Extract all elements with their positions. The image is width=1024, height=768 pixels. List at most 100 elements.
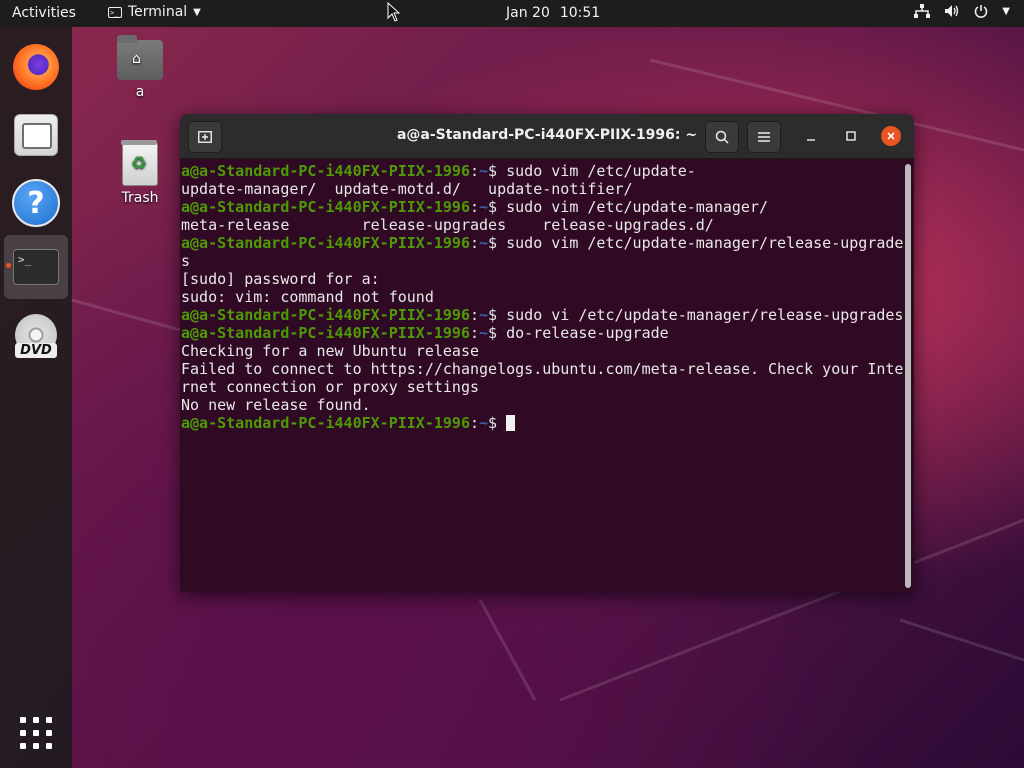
dock-item-firefox[interactable] [4, 35, 68, 99]
line-text: sudo: vim: command not found [181, 288, 434, 306]
terminal-output-line: [sudo] password for a: [181, 270, 902, 288]
prompt-user: a@a-Standard-PC-i440FX-PIIX-1996 [181, 162, 470, 180]
dock-item-terminal[interactable]: >_ [4, 235, 68, 299]
prompt-dollar: $ [488, 234, 507, 252]
dock: ? >_ DVD [0, 27, 72, 768]
terminal-output[interactable]: a@a-Standard-PC-i440FX-PIIX-1996:~$ sudo… [181, 162, 904, 592]
hamburger-menu-icon [758, 132, 770, 142]
terminal-command-line: a@a-Standard-PC-i440FX-PIIX-1996:~$ [181, 414, 902, 432]
terminal-output-line: sudo: vim: command not found [181, 288, 902, 306]
prompt-colon: : [469, 234, 480, 252]
running-indicator [6, 263, 11, 268]
terminal-command-line: a@a-Standard-PC-i440FX-PIIX-1996:~$ sudo… [181, 234, 904, 252]
app-menu[interactable]: >_ Terminal ▼ [108, 4, 201, 20]
prompt-dollar: $ [488, 324, 507, 342]
terminal-icon: >_ [108, 6, 122, 18]
terminal-output-line: Checking for a new Ubuntu release [181, 342, 902, 360]
prompt-user: a@a-Standard-PC-i440FX-PIIX-1996 [181, 324, 470, 342]
prompt-user: a@a-Standard-PC-i440FX-PIIX-1996 [181, 234, 470, 252]
search-icon [715, 130, 729, 144]
prompt-dollar: $ [488, 306, 507, 324]
close-icon [887, 132, 895, 140]
line-text: sudo vim /etc/update-manager/release-upg… [506, 234, 904, 252]
terminal-output-line: s [181, 252, 902, 270]
dvd-icon: DVD [15, 314, 57, 358]
activities-button[interactable]: Activities [12, 5, 76, 21]
prompt-dollar: $ [488, 414, 507, 432]
terminal-command-line: a@a-Standard-PC-i440FX-PIIX-1996:~$ do-r… [181, 324, 902, 342]
line-text: do-release-upgrade [506, 324, 669, 342]
desktop-trash[interactable]: ♻ Trash [112, 140, 168, 206]
terminal-icon: >_ [13, 249, 59, 285]
home-folder-label: a [135, 84, 145, 100]
terminal-output-line: rnet connection or proxy settings [181, 378, 902, 396]
prompt-path: ~ [479, 324, 489, 342]
line-text: s [181, 252, 191, 270]
line-text: Checking for a new Ubuntu release [181, 342, 480, 360]
files-icon [14, 114, 58, 156]
trash-icon: ♻ [121, 140, 158, 186]
terminal-command-line: a@a-Standard-PC-i440FX-PIIX-1996:~$ sudo… [181, 306, 904, 324]
line-text: sudo vi /etc/update-manager/release-upgr… [506, 306, 904, 324]
terminal-output-line: Failed to connect to https://changelogs.… [181, 360, 904, 378]
top-bar: Activities >_ Terminal ▼ Jan 20 10:51 ▼ [0, 0, 1024, 27]
prompt-user: a@a-Standard-PC-i440FX-PIIX-1996 [181, 414, 470, 432]
prompt-colon: : [469, 306, 480, 324]
app-menu-label: Terminal [128, 4, 188, 20]
dock-item-help[interactable]: ? [4, 171, 68, 235]
line-text: meta-release release-upgrades release-up… [181, 216, 714, 234]
prompt-colon: : [469, 198, 480, 216]
chevron-down-icon: ▼ [1002, 5, 1010, 17]
volume-icon [945, 5, 959, 17]
dock-item-dvd[interactable]: DVD [4, 303, 68, 367]
prompt-user: a@a-Standard-PC-i440FX-PIIX-1996 [181, 306, 470, 324]
prompt-path: ~ [479, 198, 489, 216]
minimize-icon [807, 139, 815, 141]
prompt-colon: : [469, 162, 480, 180]
terminal-cursor [506, 415, 516, 431]
maximize-button[interactable] [841, 126, 861, 146]
terminal-scrollbar[interactable] [905, 164, 911, 588]
help-icon: ? [12, 179, 60, 227]
terminal-command-line: a@a-Standard-PC-i440FX-PIIX-1996:~$ sudo… [181, 198, 902, 216]
terminal-titlebar[interactable]: a@a-Standard-PC-i440FX-PIIX-1996: ~ [180, 114, 914, 159]
line-text: sudo vim /etc/update- [506, 162, 696, 180]
terminal-window[interactable]: a@a-Standard-PC-i440FX-PIIX-1996: ~ a@a-… [180, 114, 914, 592]
clock-date: Jan 20 [506, 5, 550, 21]
line-text: No new release found. [181, 396, 371, 414]
menu-button[interactable] [747, 121, 781, 153]
caret-down-icon: ▼ [193, 6, 201, 18]
line-text: Failed to connect to https://changelogs.… [181, 360, 904, 378]
prompt-dollar: $ [488, 198, 507, 216]
close-button[interactable] [881, 126, 901, 146]
terminal-command-line: a@a-Standard-PC-i440FX-PIIX-1996:~$ sudo… [181, 162, 902, 180]
prompt-path: ~ [479, 234, 489, 252]
minimize-button[interactable] [801, 126, 821, 146]
terminal-output-line: No new release found. [181, 396, 902, 414]
line-text: rnet connection or proxy settings [181, 378, 480, 396]
power-icon [975, 5, 988, 18]
mouse-pointer-icon [387, 2, 401, 22]
prompt-path: ~ [479, 414, 489, 432]
prompt-colon: : [469, 324, 480, 342]
line-text: sudo vim /etc/update-manager/ [506, 198, 769, 216]
system-tray[interactable]: ▼ [914, 4, 1010, 18]
terminal-output-line: meta-release release-upgrades release-up… [181, 216, 902, 234]
prompt-dollar: $ [488, 162, 507, 180]
line-text: [sudo] password for a: [181, 270, 380, 288]
firefox-icon [13, 44, 59, 90]
prompt-path: ~ [479, 306, 489, 324]
home-folder-icon: ⌂ [117, 35, 163, 80]
prompt-user: a@a-Standard-PC-i440FX-PIIX-1996 [181, 198, 470, 216]
prompt-path: ~ [479, 162, 489, 180]
maximize-icon [846, 131, 856, 141]
show-applications-icon[interactable] [20, 717, 52, 749]
trash-label: Trash [121, 190, 159, 206]
search-button[interactable] [705, 121, 739, 153]
line-text: update-manager/ update-motd.d/ update-no… [181, 180, 633, 198]
desktop-home-folder[interactable]: ⌂ a [112, 35, 168, 100]
dock-item-files[interactable] [4, 103, 68, 167]
terminal-output-line: update-manager/ update-motd.d/ update-no… [181, 180, 902, 198]
clock[interactable]: Jan 20 10:51 [506, 5, 600, 21]
clock-time: 10:51 [559, 5, 601, 21]
